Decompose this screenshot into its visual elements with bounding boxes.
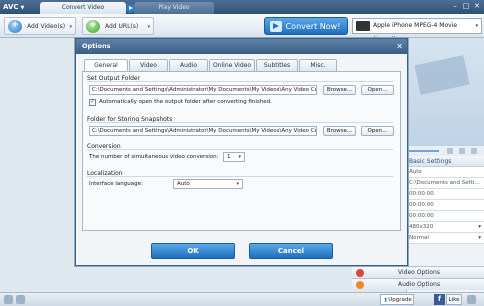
divider bbox=[87, 122, 393, 123]
preview-seek-bar[interactable] bbox=[407, 146, 484, 156]
maximize-icon[interactable]: □ bbox=[461, 2, 471, 11]
chevron-down-icon: ▾ bbox=[475, 23, 478, 29]
cancel-button[interactable]: Cancel bbox=[249, 243, 333, 259]
menu-caret-icon: ▼ bbox=[20, 5, 25, 11]
tab-video[interactable]: Video bbox=[129, 59, 168, 71]
minimize-icon[interactable]: – bbox=[450, 2, 460, 11]
options-dialog: Options ✕ General Video Audio Online Vid… bbox=[75, 38, 408, 266]
audio-options-label: Audio Options bbox=[398, 281, 441, 288]
video-preview bbox=[407, 38, 484, 146]
divider bbox=[87, 176, 393, 177]
close-icon[interactable]: ✕ bbox=[472, 2, 482, 11]
tab-online-video[interactable]: Online Video bbox=[209, 59, 255, 71]
setting-row[interactable]: 00:00:00 bbox=[407, 200, 484, 211]
add-urls-label: Add URL(s) bbox=[105, 23, 139, 30]
app-logo[interactable]: AVC ▼ bbox=[3, 2, 39, 12]
divider bbox=[87, 149, 393, 150]
output-folder-input[interactable]: C:\Documents and Settings\Administrator\… bbox=[89, 85, 317, 95]
simultaneous-label: The number of simultaneous video convers… bbox=[89, 154, 219, 160]
dialog-title-bar: Options ✕ bbox=[76, 39, 407, 54]
tab-audio[interactable]: Audio bbox=[169, 59, 208, 71]
dialog-footer: OK Cancel bbox=[76, 237, 407, 266]
upgrade-button[interactable]: Upgrade bbox=[380, 294, 414, 306]
dialog-close-icon[interactable]: ✕ bbox=[396, 39, 403, 54]
toolbar: Add Video(s) ▾ Add URL(s) ▾ Convert Now!… bbox=[0, 14, 484, 43]
video-options-label: Video Options bbox=[398, 269, 440, 276]
output-open-button[interactable]: Open... bbox=[361, 85, 394, 95]
tab-misc[interactable]: Misc. bbox=[299, 59, 337, 71]
setting-row[interactable]: C:\Documents and Setti... bbox=[407, 178, 484, 189]
setting-row[interactable]: 00:00:00 bbox=[407, 189, 484, 200]
dialog-title: Options bbox=[82, 42, 111, 50]
output-browse-button[interactable]: Browse... bbox=[323, 85, 356, 95]
video-size-select[interactable]: 480x320 bbox=[407, 222, 484, 233]
add-video-icon bbox=[8, 16, 22, 34]
language-label: Interface language: bbox=[89, 181, 143, 187]
chevron-down-icon[interactable]: ▾ bbox=[147, 18, 150, 36]
add-url-icon bbox=[86, 16, 100, 34]
convert-now-button[interactable]: Convert Now! bbox=[264, 17, 348, 35]
language-select[interactable]: Auto bbox=[173, 179, 243, 189]
snapshot-open-button[interactable]: Open... bbox=[361, 126, 394, 136]
setting-row[interactable]: 00:00:00 bbox=[407, 211, 484, 222]
audio-options-icon bbox=[356, 281, 364, 289]
video-quality-select[interactable]: Normal bbox=[407, 233, 484, 244]
simultaneous-select[interactable]: 1 bbox=[223, 152, 245, 162]
convert-icon bbox=[270, 21, 282, 32]
log-icon[interactable] bbox=[16, 295, 25, 304]
film-strip-icon bbox=[414, 55, 470, 95]
like-button[interactable]: Like bbox=[446, 294, 462, 305]
divider bbox=[87, 81, 393, 82]
iphone-icon bbox=[356, 21, 370, 31]
play-icon bbox=[126, 4, 135, 13]
tab-subtitles[interactable]: Subtitles bbox=[256, 59, 298, 71]
video-options-icon bbox=[356, 269, 364, 277]
add-videos-label: Add Video(s) bbox=[27, 23, 66, 30]
title-bar: AVC ▼ Convert Video Play Video – □ ✕ bbox=[0, 0, 484, 14]
auto-open-label: Automatically open the output folder aft… bbox=[99, 99, 272, 105]
basic-settings-header[interactable]: Basic Settings bbox=[407, 156, 484, 167]
facebook-icon[interactable]: f bbox=[434, 294, 445, 305]
audio-options-button[interactable]: Audio Options bbox=[352, 278, 484, 290]
tab-play-video[interactable]: Play Video bbox=[126, 2, 214, 14]
stop-icon[interactable] bbox=[447, 148, 453, 154]
snapshot-icon[interactable] bbox=[459, 148, 465, 154]
convert-now-label: Convert Now! bbox=[285, 22, 341, 31]
snapshot-browse-button[interactable]: Browse... bbox=[323, 126, 356, 136]
tab-play-video-label: Play Video bbox=[158, 4, 190, 11]
app-logo-text: AVC bbox=[3, 3, 19, 11]
settings-icon[interactable] bbox=[471, 148, 477, 154]
settings-panel: Basic Settings Auto C:\Documents and Set… bbox=[406, 38, 484, 294]
add-urls-button[interactable]: Add URL(s) ▾ bbox=[82, 16, 154, 36]
auto-open-checkbox[interactable] bbox=[89, 98, 96, 106]
chevron-down-icon[interactable]: ▾ bbox=[69, 18, 72, 36]
general-tab-panel: Set Output Folder C:\Documents and Setti… bbox=[82, 71, 401, 231]
seek-progress bbox=[409, 150, 439, 152]
setting-row[interactable]: Auto bbox=[407, 167, 484, 178]
help-icon[interactable] bbox=[4, 295, 13, 304]
twitter-icon[interactable] bbox=[467, 295, 476, 304]
output-profile-select[interactable]: Apple iPhone MPEG-4 Movie (*.mp4) ▾ bbox=[352, 18, 482, 43]
tab-convert-video[interactable]: Convert Video bbox=[40, 2, 126, 14]
status-bar: Upgrade f Like bbox=[0, 292, 484, 306]
ok-button[interactable]: OK bbox=[151, 243, 235, 259]
video-options-button[interactable]: Video Options bbox=[352, 266, 484, 278]
add-videos-button[interactable]: Add Video(s) ▾ bbox=[4, 16, 76, 36]
snapshot-folder-input[interactable]: C:\Documents and Settings\Administrator\… bbox=[89, 126, 317, 136]
